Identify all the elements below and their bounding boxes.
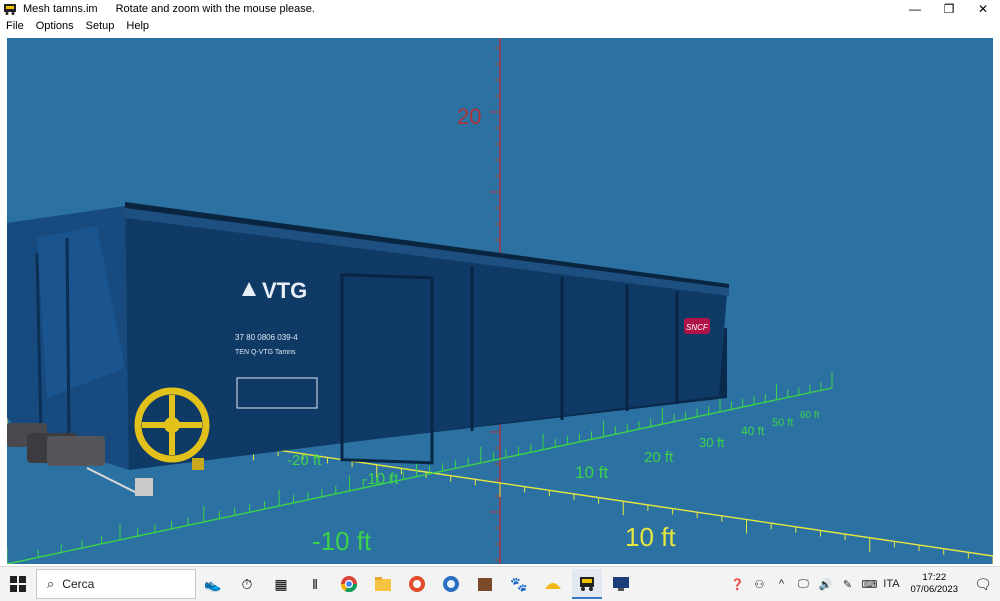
scene-canvas[interactable]: 20 10 ft -10 ft -20 ft -10 ft 10 ft 20 f… (7, 38, 993, 564)
title-bar: Mesh tamns.im Rotate and zoom with the m… (0, 0, 1000, 18)
menu-file[interactable]: File (0, 18, 30, 34)
taskbar-search[interactable]: ⌕ Cerca (36, 569, 196, 599)
menu-bar: File Options Setup Help (0, 18, 1000, 34)
language-indicator[interactable]: ITA (882, 578, 900, 590)
red-swirl-icon (409, 576, 425, 592)
minimize-button[interactable]: — (898, 0, 932, 18)
notifications-icon[interactable]: 🗨 (966, 576, 1000, 593)
window-title: Mesh tamns.im (23, 3, 98, 15)
people-icon[interactable]: ⚇ (750, 578, 768, 591)
wagon-type: TEN Q-VTG Tamns (235, 349, 296, 356)
monitor-icon (613, 577, 629, 591)
app-icon (4, 4, 16, 15)
folder-icon (375, 577, 391, 591)
vtg-brand-text: VTG (262, 278, 307, 303)
x-axis-label-40: 40 ft (741, 424, 765, 438)
file-explorer-icon[interactable] (368, 569, 398, 599)
z-axis-label-20: 20 (457, 104, 481, 129)
system-tray: ❓ ⚇ ^ 🖵 🔊 ✎ ⌨ ITA 17:22 07/06/2023 🗨 (726, 567, 1000, 601)
app-blue-icon[interactable] (436, 569, 466, 599)
windows-logo-icon (10, 576, 26, 592)
x-axis-label-neg10: -10 ft (312, 526, 372, 556)
pen-icon[interactable]: ✎ (838, 578, 856, 591)
help-icon[interactable]: ❓ (728, 578, 746, 591)
blue-globe-icon (443, 576, 459, 592)
x-axis-label-20: 20 ft (644, 449, 674, 466)
menu-help[interactable]: Help (120, 18, 155, 34)
app-yellow-icon[interactable] (538, 569, 568, 599)
x-axis-label-60: 60 ft (800, 410, 820, 421)
search-icon: ⌕ (47, 576, 55, 591)
clock-date: 07/06/2023 (910, 584, 958, 595)
menu-setup[interactable]: Setup (80, 18, 121, 34)
chevron-up-icon[interactable]: ^ (772, 578, 790, 590)
stopwatch-icon[interactable]: ⏱ (232, 569, 262, 599)
keyboard-icon[interactable]: ⌨ (860, 578, 878, 591)
sncf-logo-text: SNCF (686, 323, 709, 332)
separator-icon: ‖ (312, 576, 318, 592)
wagon-model[interactable]: VTG 37 80 0806 039-4 TEN Q-VTG Tamns SNC… (7, 202, 729, 496)
x-axis-label-30: 30 ft (699, 435, 725, 450)
clock-time: 17:22 (922, 572, 947, 583)
close-button[interactable]: ✕ (966, 0, 1000, 18)
mesh-viewer-task-icon[interactable] (572, 569, 602, 599)
volume-icon[interactable]: 🔊 (816, 578, 834, 591)
x-axis-label-10: 10 ft (575, 463, 608, 482)
app-brown-icon[interactable] (470, 569, 500, 599)
task-view-icon[interactable]: ▦ (266, 569, 296, 599)
restore-button[interactable]: ❐ (932, 0, 966, 18)
chrome-logo (340, 576, 358, 593)
window-controls: — ❐ ✕ (898, 0, 1000, 18)
brown-box-icon (478, 578, 492, 591)
brake-wheel (134, 387, 210, 463)
sneaker-icon[interactable]: 👟 (198, 569, 228, 599)
x-axis-label-neg10-small: -10 ft (362, 471, 399, 488)
yellow-wedge-icon (545, 583, 561, 589)
menu-options[interactable]: Options (30, 18, 80, 34)
taskbar: ⌕ Cerca 👟 ⏱ ▦ ‖ 🐾 ❓ ⚇ ^ 🖵 🔊 ✎ ⌨ ITA 17:2… (0, 566, 1000, 601)
app-paw-icon[interactable]: 🐾 (504, 569, 534, 599)
window-message: Rotate and zoom with the mouse please. (115, 3, 315, 15)
train-icon (580, 577, 594, 591)
x-axis-label-neg20: -20 ft (287, 452, 322, 469)
chrome-icon[interactable] (334, 569, 364, 599)
sncf-logo: SNCF (684, 318, 710, 334)
y-axis-label-10: 10 ft (625, 522, 676, 552)
3d-viewport[interactable]: 20 10 ft -10 ft -20 ft -10 ft 10 ft 20 f… (7, 38, 993, 564)
search-placeholder: Cerca (62, 577, 95, 591)
clock[interactable]: 17:22 07/06/2023 (910, 572, 958, 596)
start-button[interactable] (0, 567, 36, 601)
app-red-icon[interactable] (402, 569, 432, 599)
wagon-number: 37 80 0806 039-4 (235, 333, 298, 342)
network-icon[interactable]: 🖵 (794, 578, 812, 591)
x-axis-label-50: 50 ft (772, 417, 793, 429)
app-screen-icon[interactable] (606, 569, 636, 599)
